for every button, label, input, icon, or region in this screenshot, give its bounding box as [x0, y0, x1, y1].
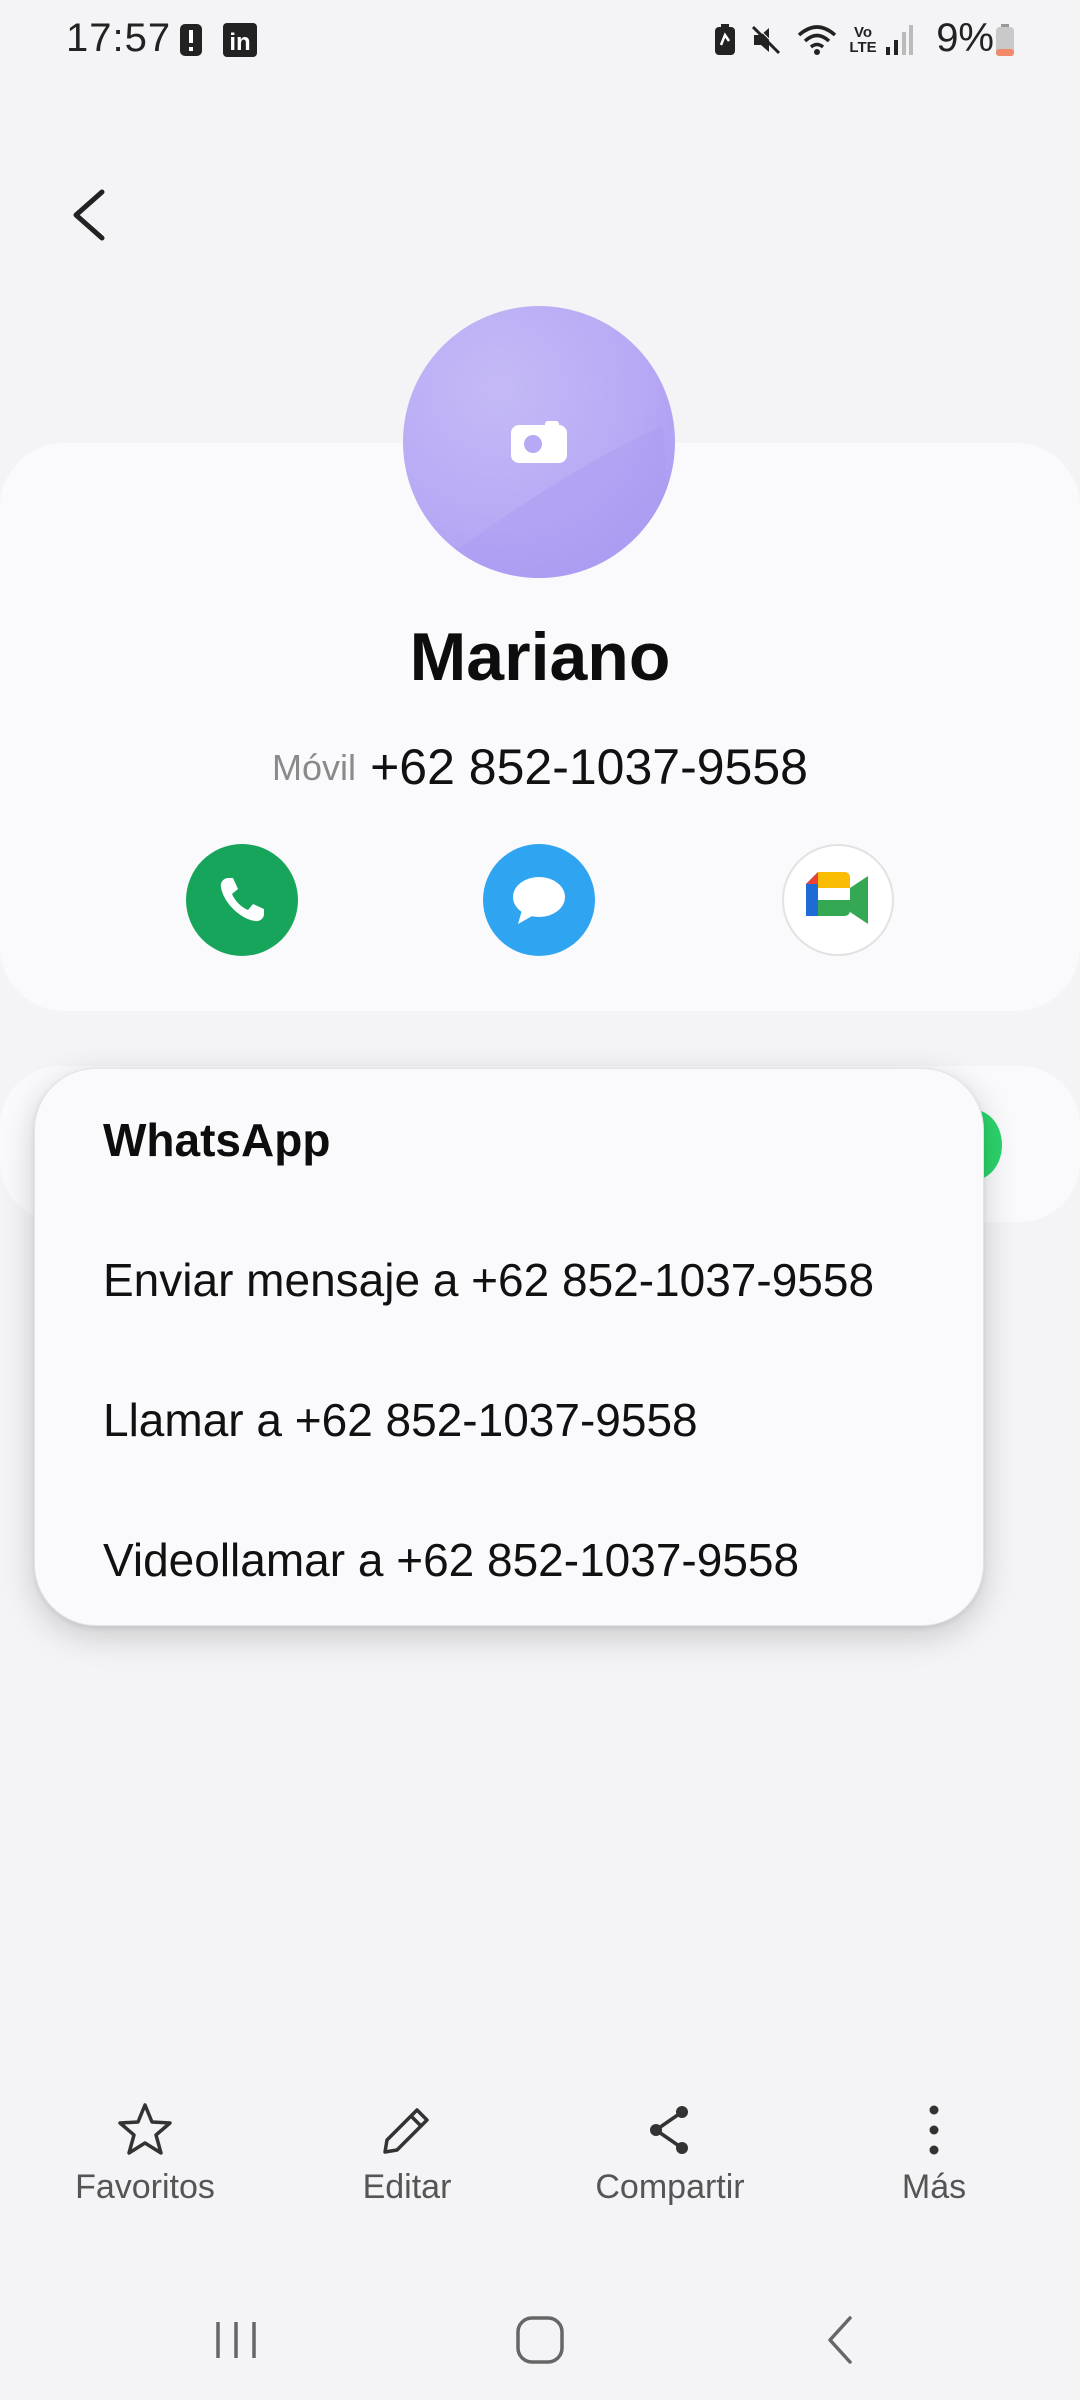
alert-icon [178, 20, 204, 60]
star-icon [118, 2103, 172, 2155]
volte-icon: Vo LTE [849, 24, 877, 56]
menu-item-video-call[interactable]: Videollamar a +62 852-1037-9558 [103, 1533, 799, 1587]
home-icon [516, 2316, 564, 2364]
bottom-toolbar: Favoritos Editar Compartir Más [0, 2100, 1080, 2250]
popup-title: WhatsApp [103, 1114, 331, 1166]
more-label: Más [901, 2168, 967, 2206]
recents-button[interactable] [206, 2310, 266, 2370]
status-time: 17:57 [66, 16, 172, 60]
battery-saver-icon [710, 20, 740, 60]
google-meet-icon [806, 872, 868, 924]
favorites-label: Favoritos [75, 2168, 215, 2206]
message-button[interactable] [483, 844, 595, 956]
linkedin-icon: in [220, 20, 260, 60]
menu-item-send-message[interactable]: Enviar mensaje a +62 852-1037-9558 [103, 1253, 874, 1307]
edit-label: Editar [362, 2168, 452, 2206]
share-icon [650, 2106, 688, 2154]
phone-type-label: Móvil [272, 747, 357, 788]
battery-icon [994, 20, 1016, 60]
call-button[interactable] [186, 844, 298, 956]
home-button[interactable] [508, 2310, 572, 2370]
camera-icon [511, 421, 567, 463]
contact-name: Mariano [409, 619, 671, 695]
navigation-bar [0, 2290, 1080, 2400]
mute-icon [746, 20, 786, 60]
nav-back-button[interactable] [812, 2310, 872, 2370]
edit-button[interactable]: Editar [297, 2100, 517, 2207]
menu-item-voice-call[interactable]: Llamar a +62 852-1037-9558 [103, 1393, 698, 1447]
back-button[interactable] [60, 180, 120, 250]
recents-icon [216, 2322, 256, 2358]
phone-icon [220, 878, 264, 922]
signal-icon [882, 20, 916, 60]
battery-percentage: 9% [936, 16, 994, 60]
more-icon [929, 2105, 939, 2155]
phone-line: Móvil +62 852-1037-9558 [0, 738, 1080, 796]
chevron-left-icon [73, 189, 105, 241]
back-icon [828, 2316, 852, 2364]
svg-text:in: in [229, 29, 250, 56]
more-button[interactable]: Más [824, 2100, 1044, 2207]
favorites-button[interactable]: Favoritos [35, 2100, 255, 2207]
status-bar: 17:57 in Vo LTE 9% [0, 0, 1080, 80]
share-label: Compartir [595, 2168, 745, 2206]
chat-bubble-icon [513, 877, 565, 924]
video-call-button[interactable] [782, 844, 894, 956]
phone-number[interactable]: +62 852-1037-9558 [370, 739, 808, 795]
avatar[interactable] [403, 306, 675, 578]
share-button[interactable]: Compartir [560, 2100, 780, 2207]
wifi-icon [796, 20, 838, 60]
pencil-icon [383, 2108, 429, 2154]
whatsapp-popup-menu: WhatsApp Enviar mensaje a +62 852-1037-9… [34, 1068, 984, 1626]
